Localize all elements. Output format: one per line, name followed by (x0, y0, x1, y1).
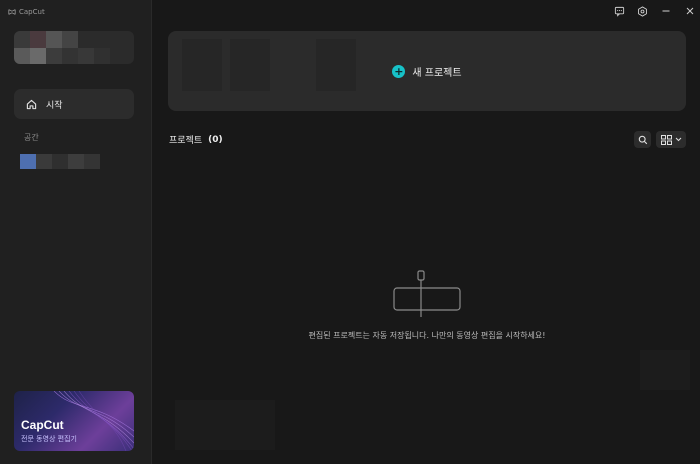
space-avatar-pixel (36, 154, 52, 169)
promo-banner[interactable]: CapCut 전문 동영상 편집기 (14, 391, 134, 451)
user-profile-card[interactable] (14, 31, 134, 64)
grid-view-icon (660, 134, 672, 145)
app-brand: CapCut (8, 6, 45, 18)
space-section-title: 공간 (24, 133, 39, 142)
sidebar: CapCut 시작 공간 CapCut 전문 동영상 편집기 (0, 0, 152, 464)
capcut-window: CapCut 시작 공간 CapCut 전문 동영상 편집기 + 새 프로젝트 … (0, 0, 700, 464)
home-icon (26, 99, 37, 109)
avatar-pixel (30, 31, 46, 48)
new-project-button[interactable]: + 새 프로젝트 (168, 31, 686, 111)
avatar-pixel (14, 31, 30, 48)
minimize-icon (662, 10, 670, 12)
avatar-pixel (46, 48, 62, 64)
close-button[interactable] (683, 4, 697, 18)
sidebar-item-home[interactable]: 시작 (14, 89, 134, 119)
capcut-logo-icon (8, 9, 16, 15)
avatar-pixel (62, 31, 78, 48)
space-avatar-pixel (68, 154, 84, 169)
background-shape (640, 350, 690, 390)
projects-title: 프로젝트 (169, 136, 203, 146)
avatar-pixel (14, 48, 30, 64)
avatar-pixel (94, 48, 110, 64)
sidebar-item-label: 시작 (46, 100, 63, 111)
new-project-content: + 새 프로젝트 (168, 31, 686, 111)
space-avatar-pixel (20, 154, 36, 169)
app-name: CapCut (19, 8, 45, 16)
view-mode-dropdown[interactable] (656, 131, 686, 148)
space-avatar-pixel (52, 154, 68, 169)
promo-title: CapCut (21, 418, 64, 432)
projects-header: 프로젝트 (0) (169, 133, 223, 147)
minimize-button[interactable] (659, 4, 673, 18)
settings-button[interactable] (635, 4, 649, 18)
search-button[interactable] (634, 131, 651, 148)
avatar-pixel (62, 48, 78, 64)
new-project-label: 새 프로젝트 (412, 67, 462, 79)
promo-subtitle: 전문 동영상 편집기 (21, 435, 77, 443)
avatar-pixel (46, 31, 62, 48)
close-icon (686, 7, 694, 15)
space-avatar-pixel (84, 154, 100, 169)
projects-count: (0) (208, 134, 223, 145)
chevron-down-icon (675, 137, 681, 142)
avatar-pixel (78, 48, 94, 64)
empty-projects-illustration (393, 270, 461, 317)
feedback-icon (614, 6, 624, 17)
empty-state-message: 편집된 프로젝트는 자동 저장됩니다. 나만의 동영상 편집을 시작하세요! (308, 331, 546, 340)
plus-icon: + (392, 64, 406, 78)
background-shape (175, 400, 275, 450)
space-item[interactable] (20, 154, 100, 169)
search-icon (638, 135, 647, 144)
settings-icon (637, 5, 647, 17)
feedback-button[interactable] (612, 4, 626, 18)
avatar-pixel (30, 48, 46, 64)
